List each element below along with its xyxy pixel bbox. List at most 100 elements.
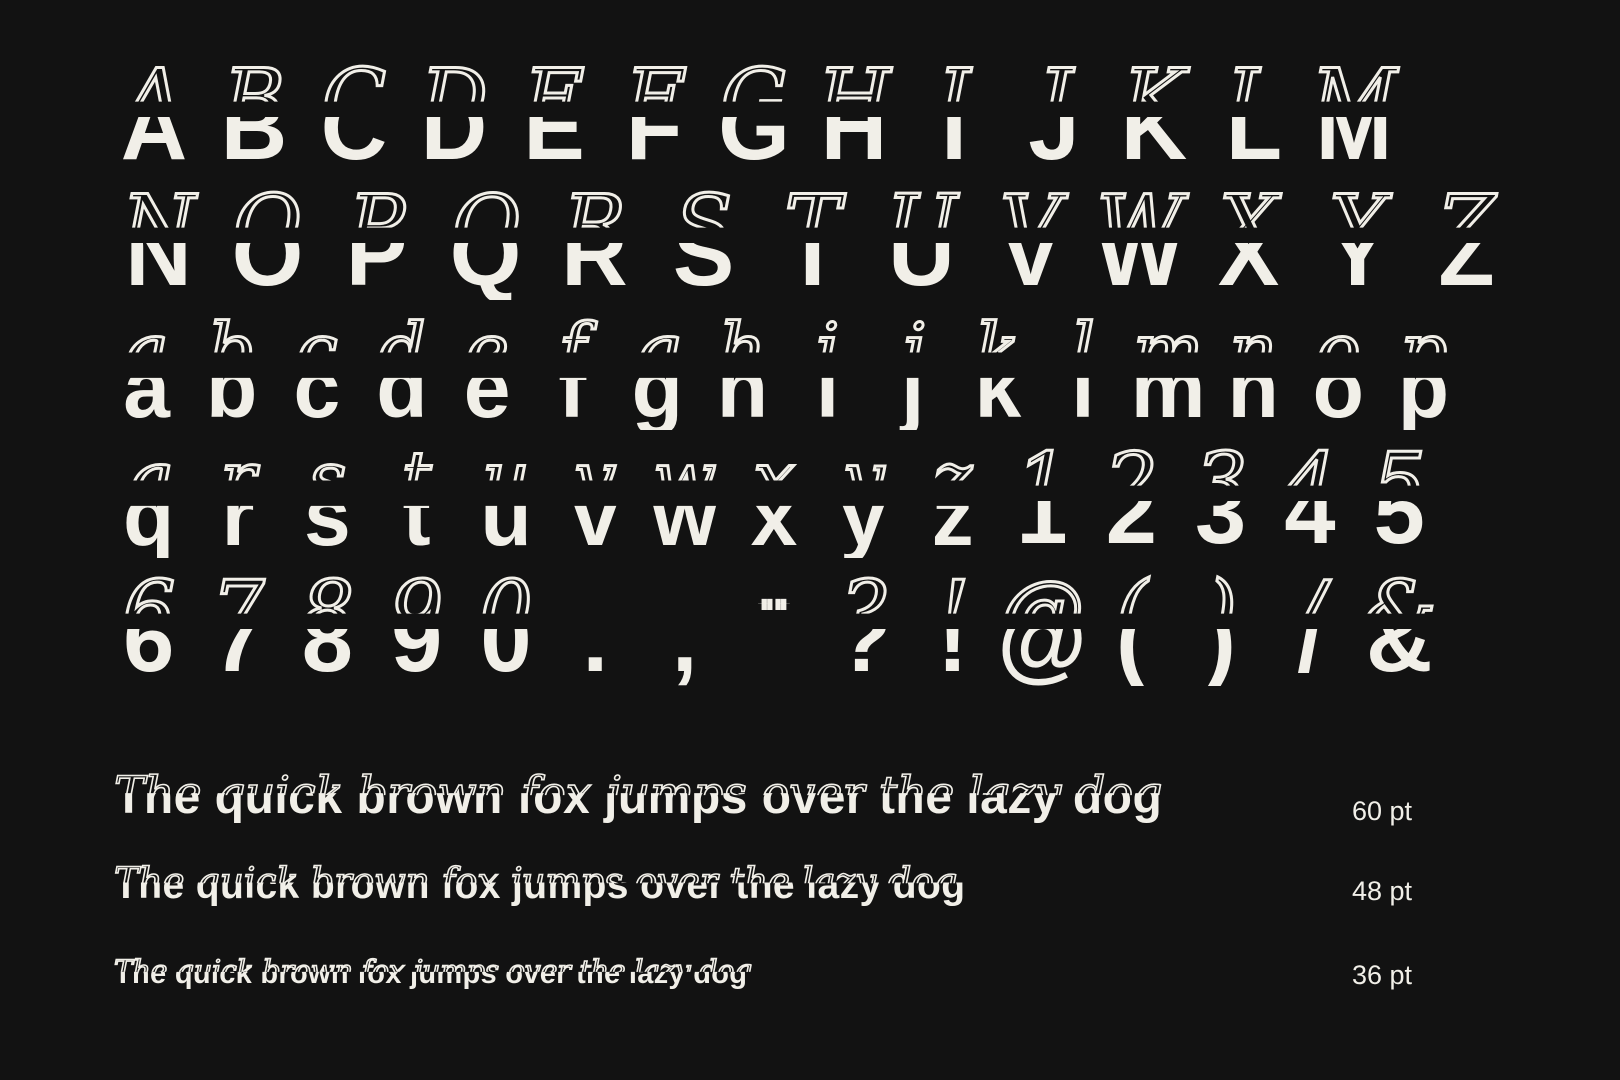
glyph-character: f [558,341,587,435]
size-label-60pt: 60 pt [1352,796,1413,826]
glyph-1-11: YY [1303,182,1412,300]
glyph-script-stroke: c [295,308,339,394]
glyph-3-14: 55 [1355,440,1444,558]
glyph-0-8: II [904,56,1004,174]
glyph-3-9: zz [908,440,997,558]
size-label-48pt: 48 pt [1352,876,1413,906]
glyph-1-9: WW [1085,182,1194,300]
glyph-3-2: ss [283,440,372,558]
glyph-1-5: SS [649,182,758,300]
glyph-0-1: BB [204,56,304,174]
glyph-4-3: 99 [372,568,461,686]
glyph-3-5: vv [551,440,640,558]
glyph-character: c [293,341,341,435]
glyph-script-stroke: i [814,308,841,394]
glyph-2-1: bb [189,312,274,430]
glyph-3-11: 22 [1087,440,1176,558]
glyph-script-stroke: t [400,436,433,522]
glyph-script-stroke: z [932,436,974,522]
glyph-2-3: dd [359,312,444,430]
glyph-1-3: QQ [431,182,540,300]
glyph-row-lowercase-2: qqrrssttuuvvwwxxyyzz1122334455 [104,440,1444,558]
glyph-3-1: rr [193,440,282,558]
glyph-1-1: OO [213,182,322,300]
glyph-3-13: 44 [1265,440,1354,558]
glyph-3-8: yy [819,440,908,558]
glyph-4-8: ?? [819,568,908,686]
glyph-character: x [750,469,798,563]
glyph-script-stroke: m [1131,308,1204,394]
glyph-character: s [303,469,351,563]
glyph-2-0: aa [104,312,189,430]
pangram-48pt: The quick brown fox jumps over the lazy … [114,860,965,908]
glyph-1-10: XX [1194,182,1303,300]
glyph-2-7: hh [700,312,785,430]
glyph-4-10: @ @ [997,568,1086,686]
glyph-character: a [123,341,170,435]
glyph-4-11: (( [1087,568,1176,686]
glyph-row-uppercase-1: AABBCCDDEEFFGGHHIIJJKKLLMM [104,56,1404,174]
glyph-character: u [480,469,532,563]
glyph-character: b [206,341,258,435]
glyph-character: w [651,469,718,563]
glyph-1-0: NN [104,182,213,300]
glyph-character: n [1227,341,1279,435]
glyph-4-6: ,, [640,568,729,686]
glyph-4-2: 88 [283,568,372,686]
glyph-script-stroke: f [557,308,587,394]
glyph-character: d [376,341,428,435]
glyph-script-stroke: k [974,308,1022,394]
glyph-script-stroke: j [900,308,926,394]
glyph-1-8: VV [976,182,1085,300]
glyph-0-4: EE [504,56,604,174]
glyph-1-12: ZZ [1412,182,1521,300]
size-label-36pt: 36 pt [1352,960,1413,990]
glyph-4-13: / / [1265,568,1354,686]
glyph-3-6: ww [640,440,729,558]
glyph-4-5: .. [551,568,640,686]
specimen-sheet: AABBCCDDEEFFGGHHIIJJKKLLMM NNOOPPQQRRSST… [0,0,1620,1080]
glyph-script-stroke: p [1398,308,1448,394]
glyph-character: g [631,341,683,435]
glyph-2-11: ll [1040,312,1125,430]
glyph-4-1: 77 [193,568,282,686]
glyph-character: l [1071,341,1095,435]
glyph-4-14: & & [1355,568,1444,686]
glyph-character: j [901,341,925,435]
glyph-4-12: )) [1176,568,1265,686]
glyph-0-9: JJ [1004,56,1104,174]
glyph-1-6: TT [758,182,867,300]
glyph-1-4: RR [540,182,649,300]
glyph-1-7: UU [867,182,976,300]
glyph-character: q [123,469,175,563]
glyph-script-stroke: w [651,436,717,522]
glyph-4-7: "" "" [729,568,818,686]
glyph-0-0: AA [104,56,204,174]
glyph-character: z [931,469,974,563]
glyph-character: i [815,341,840,435]
glyph-script-stroke: a [123,308,170,394]
glyph-2-13: nn [1211,312,1296,430]
pangram-60pt: The quick brown fox jumps over the lazy … [114,766,1162,825]
glyph-script-stroke: n [1228,308,1279,394]
glyph-0-10: KK [1104,56,1204,174]
glyph-character: k [974,341,1022,435]
glyph-1-2: PP [322,182,431,300]
glyph-4-9: !! [908,568,997,686]
glyph-script-stroke: l [1070,308,1097,394]
glyph-2-6: gg [615,312,700,430]
glyph-2-12: mm [1126,312,1211,430]
glyph-character: "" [754,586,793,630]
glyph-character: y [839,469,887,563]
glyph-character: r [221,469,255,563]
glyph-2-5: ff [530,312,615,430]
glyph-script-stroke: h [717,308,768,394]
glyph-2-2: cc [274,312,359,430]
glyph-script-stroke: q [123,436,173,522]
glyph-3-12: 33 [1176,440,1265,558]
glyph-3-4: uu [461,440,550,558]
glyph-row-numerals-punctuation: 6 6 7 7 8 8 9 9 0 0..,, "" ""??!! @ @(()) / / & & [104,568,1444,686]
glyph-character: p [1397,341,1450,435]
glyph-0-7: HH [804,56,904,174]
glyph-0-2: CC [304,56,404,174]
